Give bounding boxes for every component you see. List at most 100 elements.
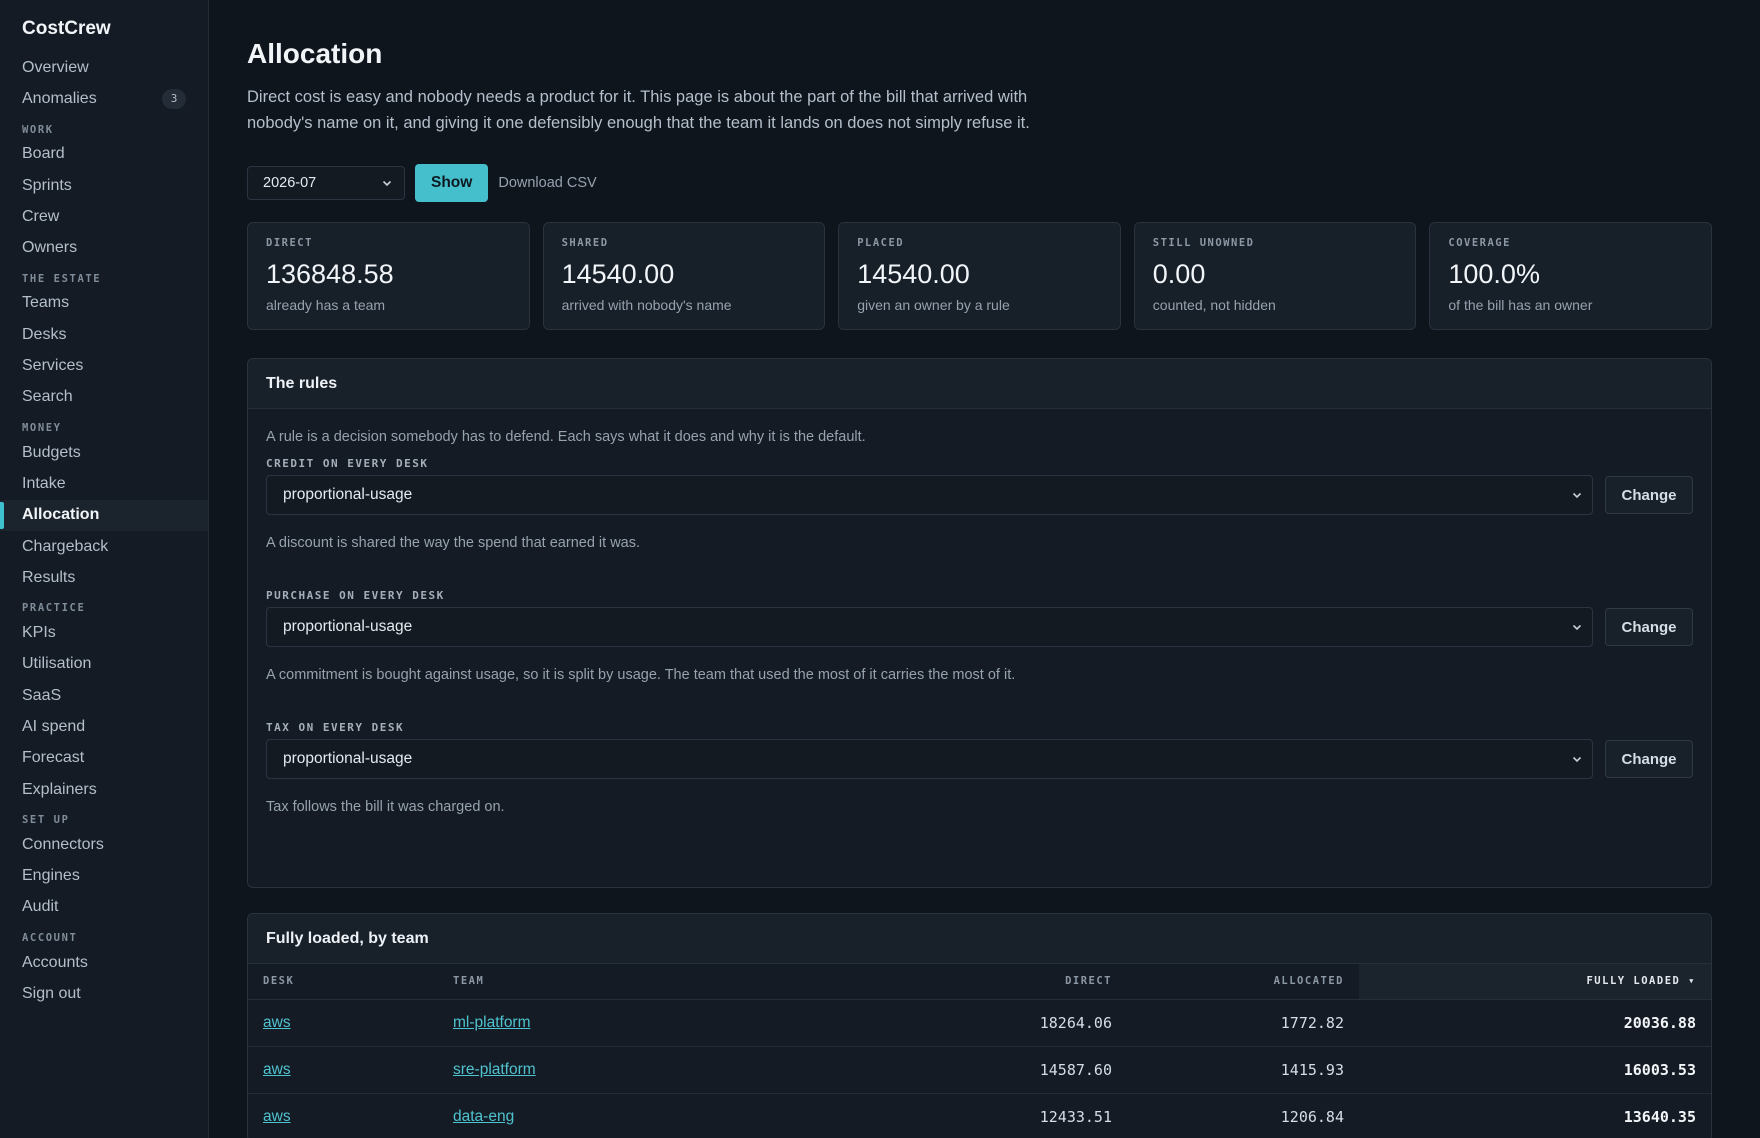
sidebar-item-forecast[interactable]: Forecast bbox=[0, 743, 208, 774]
sidebar-item-crew[interactable]: Crew bbox=[0, 201, 208, 232]
sidebar-item-label: Sign out bbox=[22, 985, 81, 1003]
stat-caption: given an owner by a rule bbox=[857, 297, 1010, 313]
sidebar-item-accounts[interactable]: Accounts bbox=[0, 947, 208, 978]
sidebar-item-services[interactable]: Services bbox=[0, 350, 208, 381]
col-desk[interactable]: DESK bbox=[248, 964, 438, 1000]
sidebar-item-label: SaaS bbox=[22, 686, 62, 704]
sidebar-item-sign-out[interactable]: Sign out bbox=[0, 978, 208, 1009]
team-cell: data-eng bbox=[438, 1093, 738, 1138]
sidebar-item-label: Anomalies bbox=[22, 89, 97, 107]
sidebar-item-label: Results bbox=[22, 568, 76, 586]
sidebar-item-chargeback[interactable]: Chargeback bbox=[0, 531, 208, 562]
sidebar-item-sprints[interactable]: Sprints bbox=[0, 170, 208, 201]
sidebar-item-results[interactable]: Results bbox=[0, 562, 208, 593]
sidebar-item-label: Chargeback bbox=[22, 537, 109, 555]
month-select-value: 2026-07 bbox=[263, 175, 317, 191]
sidebar-item-label: Intake bbox=[22, 474, 66, 492]
desk-link[interactable]: aws bbox=[263, 1108, 291, 1125]
direct-cell: 14587.60 bbox=[738, 1046, 1127, 1094]
sidebar-item-label: Connectors bbox=[22, 835, 104, 853]
sidebar-item-label: Engines bbox=[22, 867, 80, 885]
desk-link[interactable]: aws bbox=[263, 1014, 291, 1031]
sidebar-item-engines[interactable]: Engines bbox=[0, 861, 208, 892]
sidebar-item-intake[interactable]: Intake bbox=[0, 468, 208, 499]
change-button[interactable]: Change bbox=[1605, 740, 1693, 778]
rules-body: A rule is a decision somebody has to def… bbox=[248, 409, 1711, 887]
sidebar-item-owners[interactable]: Owners bbox=[0, 232, 208, 263]
allocated-cell: 1206.84 bbox=[1127, 1093, 1359, 1138]
sidebar-item-label: Desks bbox=[22, 325, 67, 343]
table-body: aws ml-platform 18264.06 1772.82 20036.88 aws… bbox=[248, 999, 1711, 1138]
fully-loaded-panel: Fully loaded, by team DESK TEAM DIRECT A… bbox=[247, 913, 1712, 1138]
main-content: Allocation Direct cost is easy and nobod… bbox=[209, 0, 1760, 1138]
sidebar-item-desks[interactable]: Desks bbox=[0, 319, 208, 350]
rule-select-purchase-on-every-desk[interactable]: proportional-usage bbox=[266, 607, 1593, 647]
direct-cell: 12433.51 bbox=[738, 1093, 1127, 1138]
change-button[interactable]: Change bbox=[1605, 608, 1693, 646]
desk-cell: aws bbox=[248, 999, 438, 1047]
allocated-cell: 1772.82 bbox=[1127, 999, 1359, 1047]
sidebar-item-label: Allocation bbox=[22, 506, 100, 524]
rule-explanation: A discount is shared the way the spend t… bbox=[266, 535, 641, 551]
sidebar-item-label: Board bbox=[22, 145, 65, 163]
rules-note: A rule is a decision somebody has to def… bbox=[266, 429, 866, 445]
sidebar-item-ai-spend[interactable]: AI spend bbox=[0, 711, 208, 742]
nav-section-money: MONEY bbox=[22, 421, 62, 434]
team-link[interactable]: data-eng bbox=[453, 1108, 514, 1125]
sidebar-item-label: Sprints bbox=[22, 176, 72, 194]
stat-card-shared: SHARED 14540.00 arrived with nobody's name bbox=[542, 222, 826, 330]
stat-caption: arrived with nobody's name bbox=[561, 297, 732, 313]
sidebar-item-label: AI spend bbox=[22, 717, 86, 735]
sidebar-item-budgets[interactable]: Budgets bbox=[0, 437, 208, 468]
stat-label: COVERAGE bbox=[1448, 237, 1511, 249]
stat-value: 14540.00 bbox=[561, 259, 675, 289]
download-csv-link[interactable]: Download CSV bbox=[498, 175, 596, 191]
sidebar-item-saas[interactable]: SaaS bbox=[0, 680, 208, 711]
sidebar-item-label: Utilisation bbox=[22, 655, 92, 673]
sidebar-item-label: Audit bbox=[22, 898, 59, 916]
stat-value: 14540.00 bbox=[857, 259, 970, 289]
month-select[interactable]: 2026-07 bbox=[247, 166, 405, 200]
sidebar-item-utilisation[interactable]: Utilisation bbox=[0, 649, 208, 680]
col-fully-loaded[interactable]: FULLY LOADED ▾ bbox=[1359, 964, 1711, 1000]
stat-label: DIRECT bbox=[266, 237, 313, 249]
show-button[interactable]: Show bbox=[415, 164, 489, 202]
sidebar-item-label: Accounts bbox=[22, 953, 88, 971]
brand-logo[interactable]: CostCrew bbox=[0, 16, 208, 42]
sidebar-item-anomalies[interactable]: Anomalies 3 bbox=[0, 83, 208, 114]
count-badge: 3 bbox=[162, 88, 186, 109]
team-cell: sre-platform bbox=[438, 1046, 738, 1094]
sidebar-item-label: Overview bbox=[22, 58, 89, 76]
sidebar-item-audit[interactable]: Audit bbox=[0, 892, 208, 923]
col-allocated[interactable]: ALLOCATED bbox=[1127, 964, 1359, 1000]
col-direct[interactable]: DIRECT bbox=[738, 964, 1127, 1000]
sidebar-item-kpis[interactable]: KPIs bbox=[0, 617, 208, 648]
chevron-down-icon bbox=[1572, 624, 1582, 631]
sidebar-item-board[interactable]: Board bbox=[0, 139, 208, 170]
team-link[interactable]: ml-platform bbox=[453, 1014, 531, 1031]
page-title: Allocation bbox=[247, 38, 383, 69]
desk-link[interactable]: aws bbox=[263, 1061, 291, 1078]
sidebar-item-search[interactable]: Search bbox=[0, 382, 208, 413]
chevron-down-icon bbox=[382, 180, 392, 187]
stat-label: STILL UNOWNED bbox=[1152, 237, 1255, 249]
team-link[interactable]: sre-platform bbox=[453, 1061, 536, 1078]
sidebar-item-explainers[interactable]: Explainers bbox=[0, 774, 208, 805]
rule-row-tax-on-every-desk: proportional-usage Change bbox=[266, 739, 1693, 779]
table-row: aws sre-platform 14587.60 1415.93 16003.53 bbox=[248, 1046, 1711, 1094]
col-team[interactable]: TEAM bbox=[438, 964, 738, 1000]
sidebar-item-overview[interactable]: Overview bbox=[0, 52, 208, 83]
rule-select-credit-on-every-desk[interactable]: proportional-usage bbox=[266, 475, 1593, 515]
fully-loaded-table: DESK TEAM DIRECT ALLOCATED FULLY LOADED … bbox=[248, 964, 1711, 1138]
rule-explanation: A commitment is bought against usage, so… bbox=[266, 667, 1016, 683]
rule-select-value: proportional-usage bbox=[283, 618, 413, 635]
rule-select-tax-on-every-desk[interactable]: proportional-usage bbox=[266, 739, 1593, 779]
sidebar-nav: Overview Anomalies 3 WORK Board Sprints Crew Ow… bbox=[0, 52, 208, 1010]
stat-card-coverage: COVERAGE 100.0% of the bill has an owner bbox=[1429, 222, 1712, 330]
sidebar-item-connectors[interactable]: Connectors bbox=[0, 829, 208, 860]
sidebar-item-teams[interactable]: Teams bbox=[0, 288, 208, 319]
stat-card-still-unowned: STILL UNOWNED 0.00 counted, not hidden bbox=[1133, 222, 1417, 330]
fully-loaded-cell: 13640.35 bbox=[1359, 1093, 1711, 1138]
sidebar-item-allocation[interactable]: Allocation bbox=[0, 499, 208, 531]
change-button[interactable]: Change bbox=[1605, 476, 1693, 514]
